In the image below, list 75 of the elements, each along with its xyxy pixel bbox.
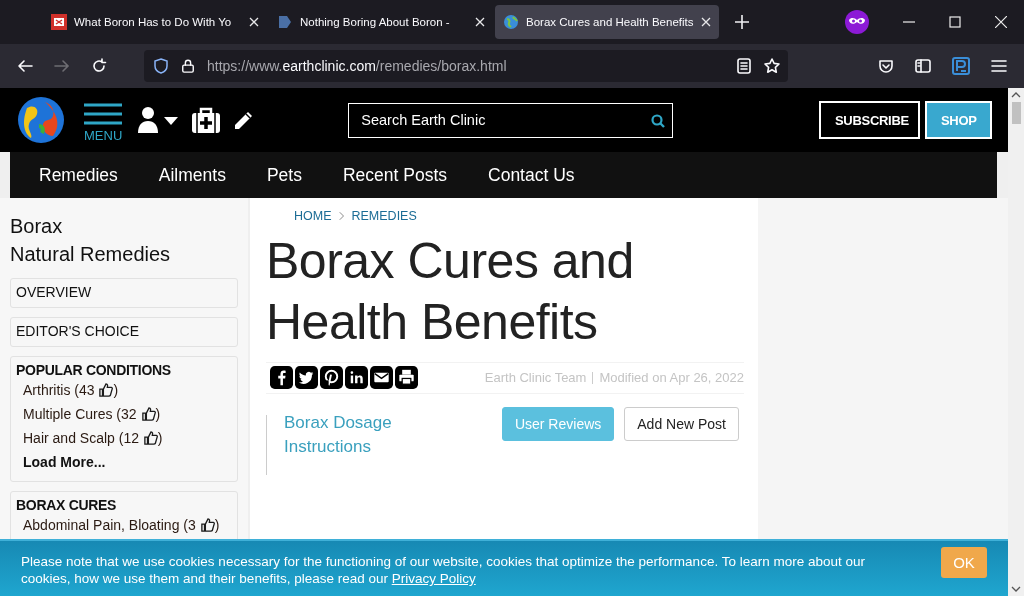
sidebar-item[interactable]: Multiple Cures (32 ) — [16, 402, 232, 426]
thumbs-up-icon — [200, 518, 215, 532]
address-bar[interactable]: https://www.earthclinic.com/remedies/borax.html — [144, 50, 788, 82]
scrollbar[interactable] — [1008, 88, 1024, 596]
user-dropdown-icon[interactable] — [138, 107, 181, 133]
tab-title: What Boron Has to Do With Yo — [74, 16, 233, 28]
menu-icon[interactable] — [991, 58, 1007, 74]
sidebar-heading: BORAX CURES — [16, 497, 118, 513]
print-icon[interactable] — [395, 366, 418, 389]
browser-tab[interactable]: What Boron Has to Do With Yo — [43, 5, 267, 39]
nav-link[interactable]: Contact Us — [488, 164, 575, 186]
email-icon[interactable] — [370, 366, 393, 389]
new-tab-icon[interactable] — [735, 15, 749, 29]
lock-icon — [181, 58, 195, 74]
sidebar-link[interactable]: OVERVIEW — [10, 278, 238, 308]
pinterest-icon[interactable] — [320, 366, 343, 389]
load-more-link[interactable]: Load More... — [16, 450, 232, 476]
shield-icon — [153, 58, 169, 74]
close-icon[interactable] — [475, 17, 485, 27]
thumbs-up-icon — [141, 407, 156, 421]
twitter-icon[interactable] — [295, 366, 318, 389]
reload-icon[interactable] — [91, 58, 107, 74]
close-icon[interactable] — [995, 16, 1007, 28]
sidebar-item[interactable]: Hair and Scalp (12 ) — [16, 426, 232, 450]
sidebar-link[interactable]: EDITOR'S CHOICE — [10, 317, 238, 347]
globe-logo-icon[interactable] — [17, 96, 65, 144]
browser-tab[interactable]: Nothing Boring About Boron - — [269, 5, 493, 39]
maximize-icon[interactable] — [949, 16, 961, 28]
thumbs-up-icon — [99, 383, 114, 397]
scrollbar-thumb[interactable] — [1011, 102, 1021, 124]
browser-tab[interactable]: Borax Cures and Health Benefits — [495, 5, 719, 39]
first-aid-kit-icon[interactable] — [192, 107, 221, 133]
nav-link[interactable]: Remedies — [39, 164, 118, 186]
linkedin-icon[interactable] — [345, 366, 368, 389]
tab-title: Nothing Boring About Boron - — [300, 16, 451, 28]
cookie-notice-text: Please note that we use cookies necessary for the functioning of our website, cookies that optimize the performance. To learn more about our cookies, how we use them and their benefits, please read our Privacy Policy — [21, 553, 866, 587]
sidebar-subtitle: Natural Remedies — [10, 242, 172, 267]
add-post-button[interactable]: Add New Post — [624, 407, 739, 441]
thumbs-up-icon — [143, 431, 158, 445]
breadcrumb-link[interactable]: REMEDIES — [351, 209, 417, 223]
favicon-icon — [51, 14, 67, 30]
breadcrumb-link[interactable]: HOME — [294, 209, 332, 223]
tab-title: Borax Cures and Health Benefits — [526, 16, 694, 28]
sidebar-item[interactable]: Abdominal Pain, Bloating (3 ) — [16, 513, 232, 537]
menu-icon — [84, 103, 123, 125]
back-icon[interactable] — [17, 58, 33, 74]
menu-button[interactable]: MENU — [84, 103, 123, 143]
url-text: https://www.earthclinic.com/remedies/borax.html — [207, 58, 507, 74]
private-browsing-icon — [845, 10, 869, 34]
modified-date: Modified on Apr 26, 2022 — [599, 370, 744, 385]
menu-label: MENU — [84, 128, 123, 143]
pocket-icon[interactable] — [878, 58, 894, 74]
subscribe-button[interactable]: SUBSCRIBE — [819, 101, 920, 139]
star-icon[interactable] — [764, 58, 780, 74]
search-icon[interactable] — [651, 113, 666, 128]
favicon-icon — [277, 14, 293, 30]
sidebar-heading: POPULAR CONDITIONS — [16, 362, 172, 378]
chevron-icon — [338, 211, 345, 221]
scroll-down-icon — [1011, 586, 1021, 592]
sidebar-icon[interactable] — [915, 58, 931, 74]
sidebar-title: Borax — [10, 214, 64, 239]
facebook-icon[interactable] — [270, 366, 293, 389]
nav-link[interactable]: Ailments — [158, 164, 226, 186]
scroll-up-icon — [1011, 92, 1021, 98]
nav-link[interactable]: Recent Posts — [342, 164, 447, 186]
globe-icon — [503, 14, 519, 30]
nav-link[interactable]: Pets — [266, 164, 302, 186]
extension-icon[interactable] — [952, 57, 970, 75]
author-name: Earth Clinic Team — [484, 370, 587, 385]
close-icon[interactable] — [701, 17, 711, 27]
sidebar-item[interactable]: Arthritis (43 ) — [16, 378, 232, 402]
close-icon[interactable] — [249, 17, 259, 27]
reader-view-icon[interactable] — [736, 58, 752, 74]
search-field[interactable]: Search Earth Clinic — [348, 102, 674, 138]
article-title: Borax Cures and Health Benefits — [266, 232, 635, 352]
